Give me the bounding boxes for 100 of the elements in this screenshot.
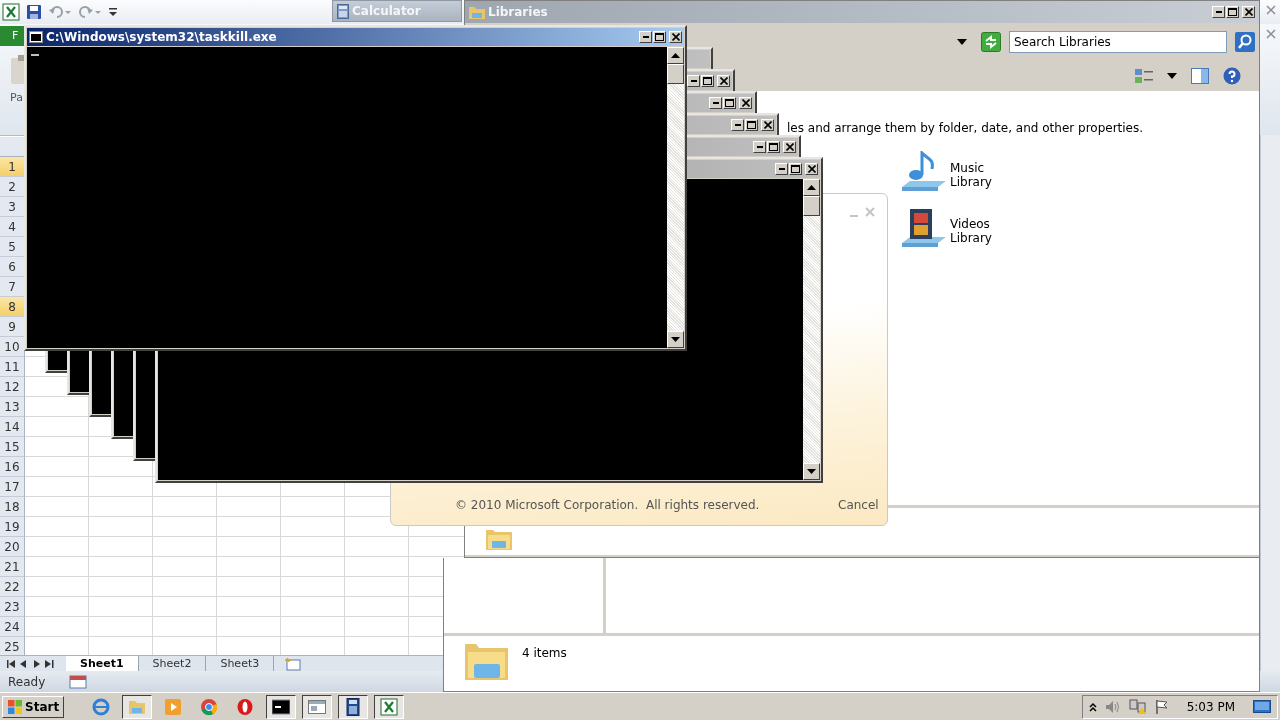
scroll-up-button[interactable] [667,47,684,64]
row-header[interactable]: 1 [0,157,25,177]
vertical-scrollbar[interactable] [1260,135,1280,671]
row-header[interactable]: 3 [0,197,25,217]
save-icon[interactable] [26,4,42,20]
row-header[interactable]: 14 [0,417,25,437]
console-icon [29,30,43,44]
minimize-icon[interactable] [642,36,649,38]
scrollbar-thumb[interactable] [803,196,820,216]
refresh-icon[interactable] [981,32,1001,52]
minimize-icon[interactable] [690,80,697,82]
view-options-icon[interactable] [1135,68,1153,84]
arrow-up-icon[interactable] [807,185,816,190]
window-title: Libraries [488,4,548,21]
minimize-icon[interactable] [712,102,719,104]
opera-icon[interactable] [236,697,255,716]
row-header[interactable]: 23 [0,597,25,617]
row-header[interactable]: 21 [0,557,25,577]
help-icon[interactable] [1223,67,1241,85]
minimize-button[interactable] [709,97,722,109]
browser-icon[interactable] [92,697,111,716]
dropdown-caret-icon[interactable] [957,39,967,45]
scrollbar-thumb[interactable] [667,64,684,84]
show-desktop-icon[interactable] [1253,699,1271,714]
minimize-button[interactable] [753,141,766,153]
minimize-icon[interactable] [778,168,785,170]
folder-taskbar-button[interactable] [122,694,153,719]
search-icon[interactable] [1235,32,1255,52]
arrow-up-icon[interactable] [671,53,680,58]
copyright-text: © 2010 Microsoft Corporation. All rights reserved. [455,497,760,514]
row-header[interactable]: 19 [0,517,25,537]
row-header[interactable]: 10 [0,337,25,357]
minimize-button[interactable] [687,75,700,87]
customize-caret-icon[interactable] [108,5,118,19]
sheet-tab[interactable]: Sheet1 [66,656,139,671]
row-header[interactable]: 8 [0,297,25,317]
calculator-icon [337,3,349,19]
window-taskbar-button[interactable] [302,694,333,719]
scroll-down-button[interactable] [803,463,820,480]
row-header[interactable]: 2 [0,177,25,197]
console-icon[interactable] [272,697,291,716]
arrow-down-icon[interactable] [807,469,816,474]
spreadsheet-app-icon[interactable] [380,697,399,716]
window-title: Calculator [352,3,421,20]
status-text: Ready [8,673,46,691]
minimize-button[interactable] [639,31,652,43]
chrome-icon[interactable] [200,697,219,716]
minimize-icon[interactable] [734,124,741,126]
scroll-down-button[interactable] [667,331,684,348]
flag-icon[interactable] [1154,698,1169,715]
row-header[interactable]: 12 [0,377,25,397]
console-taskbar-button[interactable] [266,694,297,719]
cancel-link[interactable]: Cancel [838,496,879,514]
text-cursor [31,54,39,56]
row-header[interactable]: 24 [0,617,25,637]
start-button[interactable]: Start [2,695,65,718]
scrollbar[interactable] [667,47,684,348]
dropdown-caret-icon[interactable] [1167,73,1177,79]
row-header[interactable]: 11 [0,357,25,377]
row-header[interactable]: 15 [0,437,25,457]
minimize-icon[interactable] [756,146,763,148]
item-count: 4 items [522,645,567,662]
row-header[interactable]: 4 [0,217,25,237]
row-header[interactable]: 17 [0,477,25,497]
row-header[interactable]: 20 [0,537,25,557]
row-header[interactable]: 6 [0,257,25,277]
library-name[interactable]: Music Library [950,161,998,189]
file-tab[interactable]: F [0,26,24,46]
chevron-up-icon[interactable] [1088,701,1097,712]
paste-label[interactable]: Pa [10,90,23,107]
window-icon[interactable] [308,697,327,716]
minimize-icon[interactable] [1215,11,1222,13]
description-text: les and arrange them by folder, date, and other properties. [787,120,1144,137]
library-name[interactable]: Videos Library [950,217,998,245]
spreadsheet-app-taskbar-button[interactable] [374,694,405,719]
search-field[interactable]: Search Libraries [1009,31,1227,53]
start-logo-icon[interactable] [7,698,23,715]
row-header[interactable]: 25 [0,637,25,657]
scroll-up-button[interactable] [803,179,820,196]
row-header[interactable]: 9 [0,317,25,337]
row-header[interactable]: 18 [0,497,25,517]
calculator-taskbar-button[interactable] [338,694,369,719]
minimize-button[interactable] [731,119,744,131]
window-title: C:\Windows\system32\taskkill.exe [46,29,277,46]
minimize-button[interactable] [1212,6,1225,18]
row-header[interactable]: 16 [0,457,25,477]
network-warning-icon[interactable] [1128,698,1147,715]
clock[interactable]: 5:03 PM [1186,697,1235,716]
row-header[interactable]: 7 [0,277,25,297]
macro-record-icon[interactable] [69,674,88,689]
row-header[interactable]: 5 [0,237,25,257]
preview-pane-icon[interactable] [1191,68,1209,84]
folder-icon [469,5,485,19]
arrow-down-icon[interactable] [671,337,680,342]
scrollbar[interactable] [803,179,820,480]
row-header[interactable]: 22 [0,577,25,597]
spreadsheet-app-icon[interactable] [2,3,20,21]
calculator-icon[interactable] [344,697,363,716]
row-header[interactable]: 13 [0,397,25,417]
minimize-button[interactable] [775,163,788,175]
